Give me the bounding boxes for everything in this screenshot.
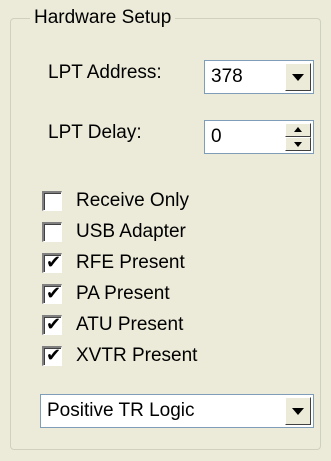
lpt-address-value: 378 [211, 66, 243, 87]
checkbox-box[interactable] [42, 222, 62, 242]
check-icon: ✔ [46, 314, 62, 335]
checkbox-box[interactable]: ✔ [42, 315, 62, 335]
checkbox-label: USB Adapter [76, 221, 186, 242]
lpt-address-dropdown-button[interactable] [285, 63, 311, 91]
checkbox-label: Receive Only [76, 190, 189, 211]
check-icon: ✔ [46, 345, 62, 366]
chevron-down-icon [292, 74, 304, 81]
checkbox-label: ATU Present [76, 314, 184, 335]
checkbox-box[interactable]: ✔ [42, 253, 62, 273]
lpt-address-label: LPT Address: [48, 62, 162, 83]
check-icon: ✔ [46, 252, 62, 273]
checkbox-label: PA Present [76, 283, 170, 304]
tr-logic-value: Positive TR Logic [47, 400, 195, 421]
tr-logic-dropdown-button[interactable] [285, 397, 311, 425]
lpt-delay-increment-button[interactable] [285, 123, 311, 137]
spin-down-icon [294, 142, 302, 147]
checkbox-box[interactable] [42, 191, 62, 211]
checkbox-label: RFE Present [76, 252, 185, 273]
checkbox-label: XVTR Present [76, 345, 198, 366]
lpt-delay-stepper[interactable]: 0 [204, 120, 314, 154]
checkbox-box[interactable]: ✔ [42, 284, 62, 304]
group-title: Hardware Setup [30, 7, 176, 29]
lpt-delay-decrement-button[interactable] [285, 137, 311, 151]
check-icon: ✔ [46, 283, 62, 304]
spin-up-icon [294, 127, 302, 132]
lpt-delay-value: 0 [211, 126, 222, 147]
lpt-delay-label: LPT Delay: [48, 122, 142, 143]
checkbox-box[interactable]: ✔ [42, 346, 62, 366]
lpt-address-select[interactable]: 378 [204, 60, 314, 94]
chevron-down-icon [292, 408, 304, 415]
tr-logic-select[interactable]: Positive TR Logic [40, 394, 314, 428]
